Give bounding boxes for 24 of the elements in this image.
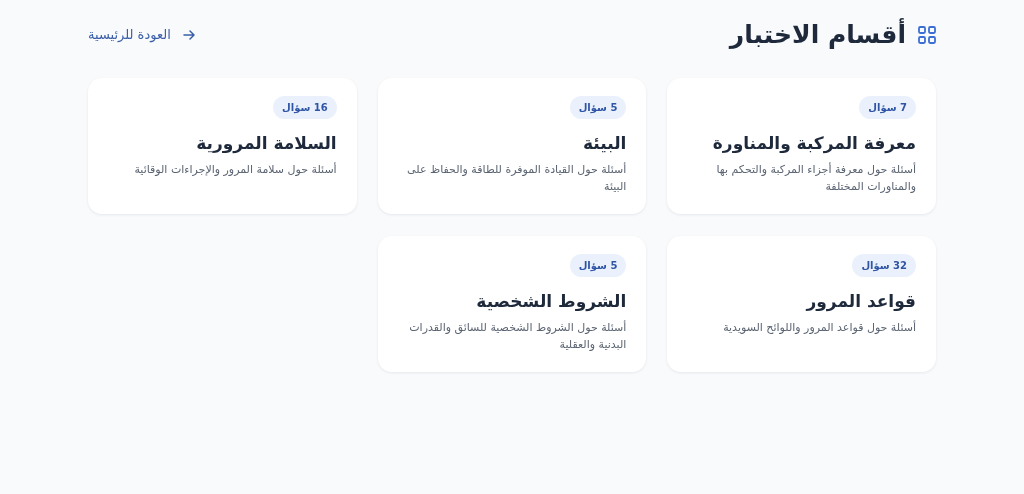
question-count: 5 سؤال	[569, 96, 627, 119]
category-title: قواعد المرور	[804, 290, 916, 313]
category-title: معرفة المركبة والمناورة	[711, 132, 916, 155]
category-title: الشروط الشخصية	[475, 290, 627, 313]
arrow-right-icon	[182, 29, 195, 41]
category-title: البيئة	[582, 132, 627, 155]
question-count: 32 سؤال	[852, 254, 916, 277]
page-title: أقسام الاختبار	[729, 17, 906, 52]
question-count: 5 سؤال	[569, 254, 627, 277]
category-card[interactable]: 16 سؤال السلامة المرورية أسئلة حول سلامة المرور والإجراءات الوقائية	[88, 78, 357, 214]
category-description: أسئلة حول معرفة أجزاء المركبة والتحكم بها والمناورات المختلفة	[715, 161, 916, 195]
question-count: 16 سؤال	[273, 96, 337, 119]
category-description: أسئلة حول القيادة الموفرة للطاقة والحفاظ على البيئة	[406, 161, 627, 195]
question-count: 7 سؤال	[859, 96, 916, 119]
category-card[interactable]: 32 سؤال قواعد المرور أسئلة حول قواعد المرور واللوائح السويدية	[667, 236, 936, 372]
back-link[interactable]: العودة للرئيسية	[88, 25, 195, 45]
grid-icon	[918, 26, 936, 44]
category-card[interactable]: 7 سؤال معرفة المركبة والمناورة أسئلة حول معرفة أجزاء المركبة والتحكم بها والمناورات المختلفة	[667, 78, 936, 214]
category-description: أسئلة حول قواعد المرور واللوائح السويدية	[722, 319, 916, 336]
category-card[interactable]: 5 سؤال البيئة أسئلة حول القيادة الموفرة للطاقة والحفاظ على البيئة	[377, 78, 647, 214]
category-description: أسئلة حول سلامة المرور والإجراءات الوقائية	[133, 161, 337, 178]
category-card[interactable]: 5 سؤال الشروط الشخصية أسئلة حول الشروط الشخصية للسائق والقدرات البدنية والعقلية	[377, 236, 647, 372]
category-title: السلامة المرورية	[195, 132, 337, 155]
category-description: أسئلة حول الشروط الشخصية للسائق والقدرات البدنية والعقلية	[408, 319, 627, 353]
